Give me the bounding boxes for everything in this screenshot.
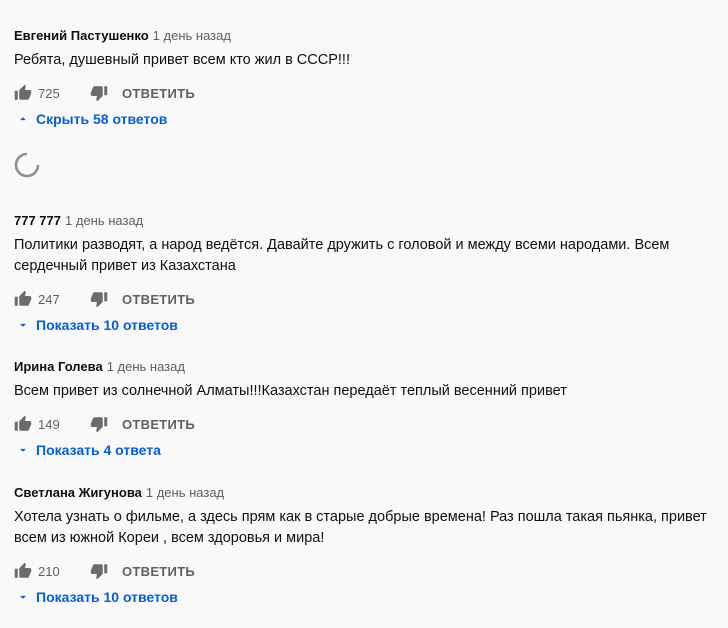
comment-text: Хотела узнать о фильме, а здесь прям как… [14, 507, 714, 549]
thumbs-up-icon[interactable] [14, 415, 32, 433]
toggle-replies-button[interactable]: Показать 4 ответа [14, 439, 714, 461]
thumbs-down-icon[interactable] [90, 415, 108, 433]
thumbs-down-icon[interactable] [90, 84, 108, 102]
like-count: 725 [38, 85, 60, 101]
reply-button[interactable]: ОТВЕТИТЬ [122, 86, 195, 101]
comment-text: Политики разводят, а народ ведётся. Дава… [14, 235, 714, 277]
like-count: 149 [38, 416, 60, 432]
chevron-down-icon [14, 588, 32, 606]
like-count: 247 [38, 291, 60, 307]
toggle-replies-button[interactable]: Скрыть 58 ответов [14, 108, 714, 130]
toggle-replies-button[interactable]: Показать 10 ответов [14, 314, 714, 336]
comment-thread: 777 777 1 день назад Политики разводят, а… [14, 213, 714, 336]
comment-actions: 210 ОТВЕТИТЬ [14, 559, 714, 583]
thumbs-down-icon[interactable] [90, 290, 108, 308]
reply-button[interactable]: ОТВЕТИТЬ [122, 292, 195, 307]
comment-header: Евгений Пастушенко 1 день назад [14, 28, 714, 44]
comment-text-line: Ребята, душевный привет всем кто жил в С… [14, 52, 350, 68]
toggle-replies-label: Скрыть 58 ответов [36, 111, 168, 127]
comment-actions: 149 ОТВЕТИТЬ [14, 412, 714, 436]
comment-text-line: Хотела узнать о фильме, а здесь прям как… [14, 509, 707, 525]
toggle-replies-button[interactable]: Показать 10 ответов [14, 586, 714, 608]
comment-text-line: всем из южной Кореи , всем здоровья и ми… [14, 530, 325, 546]
chevron-down-icon [14, 316, 32, 334]
toggle-replies-label: Показать 10 ответов [36, 589, 178, 605]
comment-header: Ирина Голева 1 день назад [14, 359, 714, 375]
comment-actions: 725 ОТВЕТИТЬ [14, 81, 714, 105]
comment-text-line: Политики разводят, а народ ведётся. Дава… [14, 237, 670, 253]
comment-thread: Ирина Голева 1 день назад Всем привет из … [14, 359, 714, 461]
comment-time[interactable]: 1 день назад [107, 359, 185, 374]
comment-text: Ребята, душевный привет всем кто жил в С… [14, 50, 714, 71]
thumbs-up-icon[interactable] [14, 84, 32, 102]
chevron-down-icon [14, 441, 32, 459]
comment-time[interactable]: 1 день назад [146, 485, 224, 500]
reply-button[interactable]: ОТВЕТИТЬ [122, 417, 195, 432]
comment-time[interactable]: 1 день назад [153, 28, 231, 43]
thumbs-up-icon[interactable] [14, 290, 32, 308]
comment-author[interactable]: Светлана Жигунова [14, 485, 142, 500]
comment-author[interactable]: Ирина Голева [14, 359, 103, 374]
thumbs-down-icon[interactable] [90, 562, 108, 580]
thumbs-up-icon[interactable] [14, 562, 32, 580]
comment-header: Светлана Жигунова 1 день назад [14, 485, 714, 501]
comment-actions: 247 ОТВЕТИТЬ [14, 287, 714, 311]
like-count: 210 [38, 563, 60, 579]
comment-header: 777 777 1 день назад [14, 213, 714, 229]
comment-text-line: сердечный привет из Казахстана [14, 258, 236, 274]
comment-author[interactable]: 777 777 [14, 213, 61, 228]
loading-spinner-icon [14, 152, 40, 178]
toggle-replies-label: Показать 10 ответов [36, 317, 178, 333]
comment-time[interactable]: 1 день назад [65, 213, 143, 228]
comment-author[interactable]: Евгений Пастушенко [14, 28, 149, 43]
reply-button[interactable]: ОТВЕТИТЬ [122, 564, 195, 579]
comment-thread: Светлана Жигунова 1 день назад Хотела узн… [14, 485, 714, 608]
comment-text: Всем привет из солнечной Алматы!!!Казахс… [14, 381, 714, 402]
comment-text-line: Всем привет из солнечной Алматы!!!Казахс… [14, 383, 567, 399]
toggle-replies-label: Показать 4 ответа [36, 442, 161, 458]
comment-thread: Евгений Пастушенко 1 день назад Ребята, д… [14, 28, 714, 130]
chevron-up-icon [14, 110, 32, 128]
